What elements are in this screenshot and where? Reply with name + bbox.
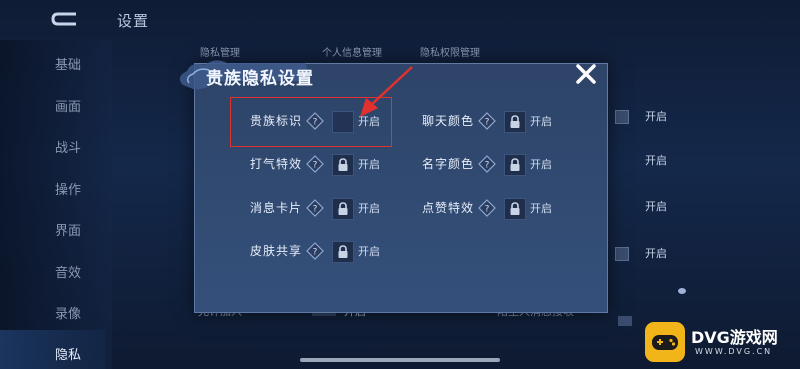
locked-toggle[interactable]	[504, 111, 526, 133]
sidebar-item-battle[interactable]: 战斗	[55, 137, 81, 156]
setting-state: 开启	[358, 245, 380, 258]
bg-toggle-row[interactable]: 开启	[615, 151, 675, 167]
lock-icon	[510, 158, 520, 171]
back-arrow-icon[interactable]	[50, 10, 80, 28]
setting-state: 开启	[530, 115, 552, 128]
svg-text:?: ?	[485, 118, 490, 128]
help-diamond-icon[interactable]: ?	[306, 155, 324, 173]
setting-row-like-effect: 点赞特效 ? 开启	[422, 197, 572, 220]
help-diamond-icon[interactable]: ?	[478, 199, 496, 217]
lock-icon	[510, 202, 520, 215]
locked-toggle[interactable]	[504, 198, 526, 220]
gamepad-logo-icon	[645, 322, 685, 362]
close-icon[interactable]	[574, 62, 598, 86]
setting-label: 点赞特效	[422, 201, 475, 215]
setting-state: 开启	[358, 202, 380, 215]
setting-row-skin-share: 皮肤共享 ? 开启	[250, 240, 400, 263]
setting-label: 名字颜色	[422, 157, 475, 171]
setting-state: 开启	[530, 202, 552, 215]
settings-title: 设置	[117, 12, 150, 30]
bg-toggle-row[interactable]: 开启	[615, 244, 675, 261]
watermark-text: DVG游戏网	[691, 328, 778, 347]
watermark-url: WWW.DVG.CN	[695, 347, 773, 356]
setting-label: 聊天颜色	[422, 114, 475, 128]
setting-state: 开启	[358, 158, 380, 171]
setting-row-name-color: 名字颜色 ? 开启	[422, 153, 572, 176]
lock-icon	[510, 115, 520, 128]
dialog-title: 贵族隐私设置	[206, 69, 314, 89]
annotation-arrow-icon	[360, 66, 413, 117]
setting-state: 开启	[530, 158, 552, 171]
sidebar-item-replay[interactable]: 录像	[55, 303, 81, 322]
bg-toggle-row[interactable]: 开启	[615, 107, 675, 124]
bg-toggle-row[interactable]: 开启	[615, 197, 675, 213]
help-diamond-icon[interactable]: ?	[306, 199, 324, 217]
svg-text:?: ?	[313, 205, 318, 215]
home-indicator	[300, 358, 500, 362]
sidebar-item-privacy[interactable]: 隐私	[55, 344, 81, 363]
lock-icon	[338, 245, 348, 258]
locked-toggle[interactable]	[504, 154, 526, 176]
indicator-dot	[678, 288, 686, 294]
sidebar-active-highlight	[0, 330, 105, 369]
setting-label: 消息卡片	[250, 201, 303, 215]
setting-row-chat-color: 聊天颜色 ? 开启	[422, 110, 572, 133]
svg-text:?: ?	[485, 161, 490, 171]
help-diamond-icon[interactable]: ?	[478, 155, 496, 173]
sidebar-item-basic[interactable]: 基础	[55, 54, 81, 73]
sidebar-item-graphics[interactable]: 画面	[55, 96, 81, 115]
bg-toggle-square[interactable]	[618, 316, 632, 326]
locked-toggle[interactable]	[332, 154, 354, 176]
tab-privacy-permissions[interactable]: 隐私权限管理	[420, 44, 480, 59]
setting-row-cheer-effect: 打气特效 ? 开启	[250, 153, 400, 176]
tab-personal-info[interactable]: 个人信息管理	[322, 44, 382, 59]
sidebar-item-controls[interactable]: 操作	[55, 179, 81, 198]
setting-row-message-card: 消息卡片 ? 开启	[250, 197, 400, 220]
help-diamond-icon[interactable]: ?	[306, 242, 324, 260]
sidebar-item-layout[interactable]: 界面	[55, 220, 81, 239]
setting-label: 打气特效	[250, 157, 303, 171]
svg-text:?: ?	[485, 205, 490, 215]
lock-icon	[338, 158, 348, 171]
locked-toggle[interactable]	[332, 198, 354, 220]
svg-text:?: ?	[313, 248, 318, 258]
svg-text:?: ?	[313, 161, 318, 171]
dvg-watermark: DVG游戏网 WWW.DVG.CN	[645, 322, 795, 362]
settings-header: 设置	[0, 0, 800, 40]
sidebar-item-sound[interactable]: 音效	[55, 262, 81, 281]
locked-toggle[interactable]	[332, 241, 354, 263]
help-diamond-icon[interactable]: ?	[478, 112, 496, 130]
setting-label: 皮肤共享	[250, 244, 303, 258]
lock-icon	[338, 202, 348, 215]
